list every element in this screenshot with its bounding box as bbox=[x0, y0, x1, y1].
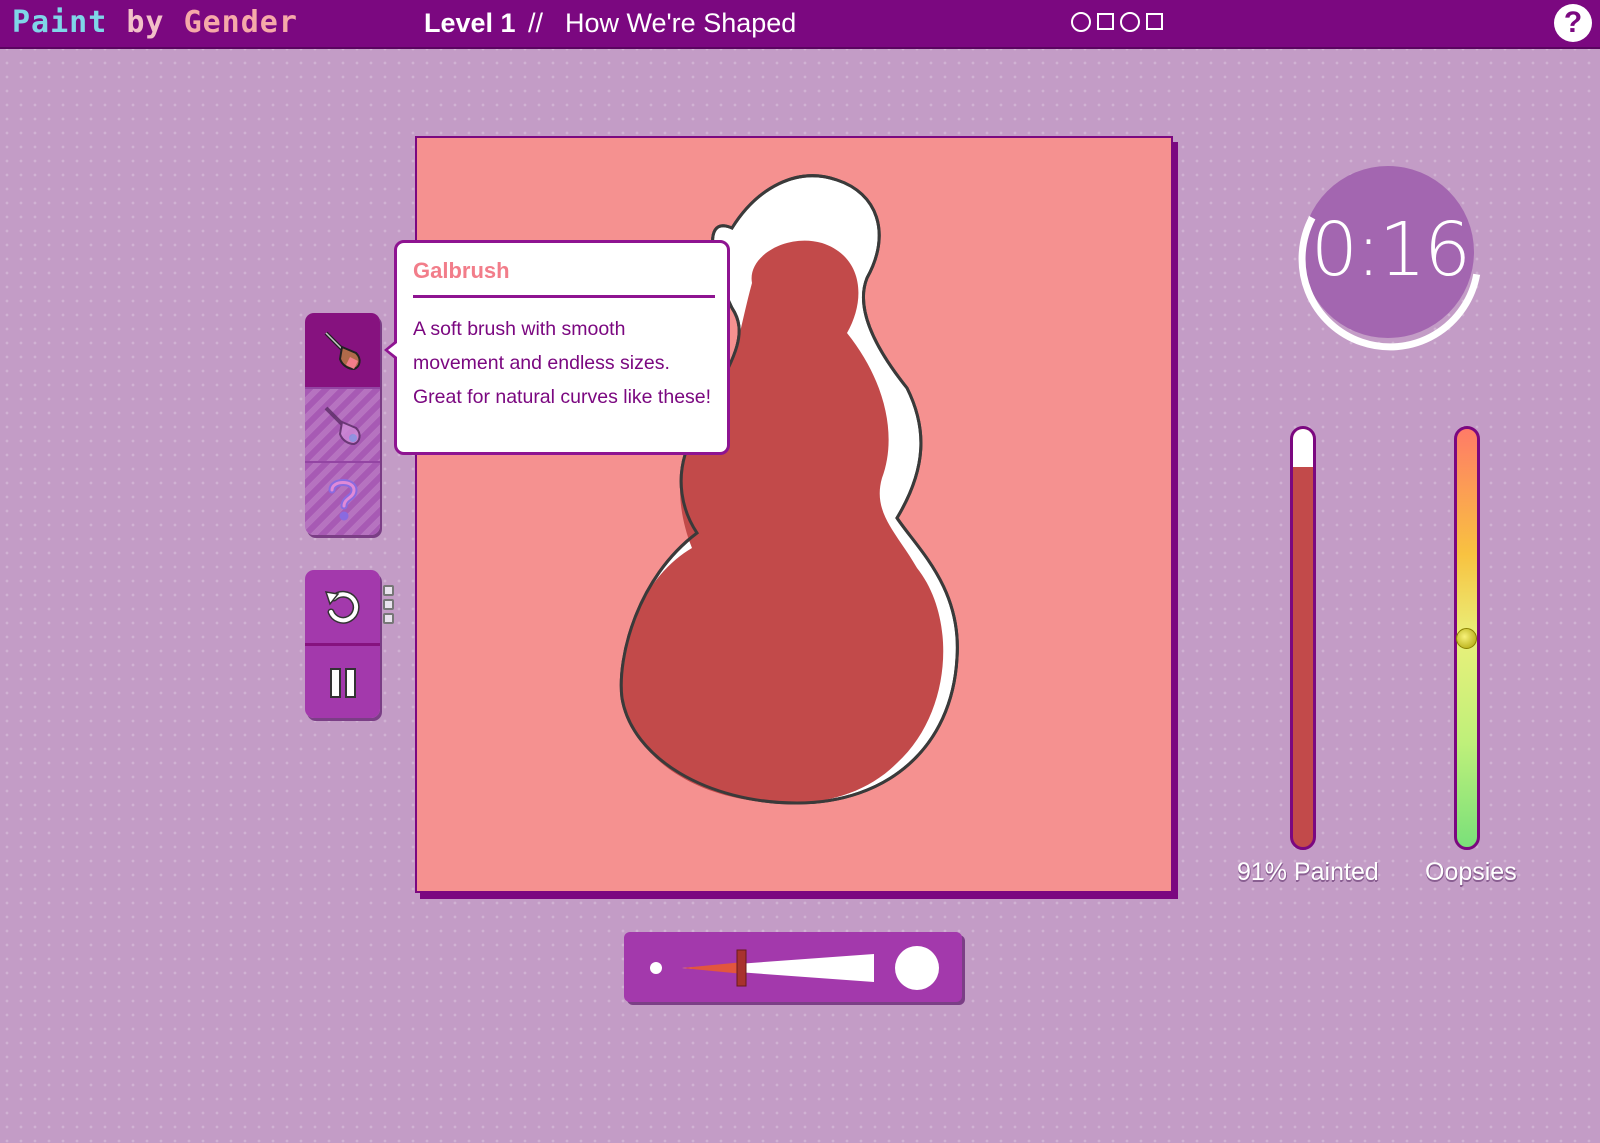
level-label: Level 1 bbox=[424, 8, 516, 38]
tooltip-body: A soft brush with smooth movement and en… bbox=[413, 318, 712, 408]
small-size-icon bbox=[650, 962, 662, 974]
tool-second-brush[interactable] bbox=[305, 387, 380, 461]
painted-meter-remaining bbox=[1293, 429, 1313, 467]
undo-pip bbox=[383, 585, 394, 596]
progress-square-icon bbox=[1146, 13, 1163, 30]
progress-square-icon bbox=[1097, 13, 1114, 30]
tooltip-arrow-inner bbox=[388, 343, 397, 357]
painted-meter bbox=[1290, 426, 1316, 850]
progress-circle-icon bbox=[1071, 12, 1091, 32]
brush-size-panel bbox=[624, 932, 962, 1002]
undo-pip bbox=[383, 599, 394, 610]
paintbrush-icon bbox=[324, 331, 361, 371]
level-separator: // bbox=[528, 8, 544, 38]
brush-tooltip: Galbrush A soft brush with smooth moveme… bbox=[394, 240, 730, 455]
brush-tool-panel bbox=[305, 313, 380, 535]
brush-icon bbox=[324, 406, 361, 446]
brush-size-slider[interactable] bbox=[624, 932, 962, 1002]
oopsies-label: Oopsies bbox=[1425, 858, 1517, 886]
painted-label: 91% Painted bbox=[1237, 858, 1379, 886]
level-name: How We're Shaped bbox=[565, 8, 797, 38]
undo-button[interactable] bbox=[305, 570, 380, 643]
progress-circle-icon bbox=[1120, 12, 1140, 32]
tooltip-divider bbox=[413, 295, 715, 298]
timer-readout: 0:16 bbox=[1310, 207, 1471, 293]
tooltip-title: Galbrush bbox=[413, 258, 510, 283]
question-icon bbox=[328, 479, 358, 521]
size-track-fill bbox=[682, 962, 741, 974]
large-size-icon bbox=[895, 946, 939, 990]
undo-icon bbox=[324, 590, 360, 624]
tool-mystery-brush[interactable] bbox=[305, 461, 380, 535]
pause-button[interactable] bbox=[305, 643, 380, 718]
pause-icon bbox=[329, 667, 356, 698]
game-logo: Paint by Gender bbox=[12, 5, 298, 40]
size-slider-handle[interactable] bbox=[736, 949, 747, 987]
undo-remaining-indicator bbox=[383, 585, 394, 624]
help-button[interactable]: ? bbox=[1554, 4, 1592, 42]
undo-pip bbox=[383, 613, 394, 624]
oopsies-marker bbox=[1456, 628, 1477, 649]
tool-galbrush[interactable] bbox=[305, 313, 380, 387]
level-progress bbox=[1071, 12, 1163, 32]
top-bar: Paint by Gender Level 1 // How We're Sha… bbox=[0, 0, 1600, 47]
action-panel bbox=[305, 570, 380, 718]
